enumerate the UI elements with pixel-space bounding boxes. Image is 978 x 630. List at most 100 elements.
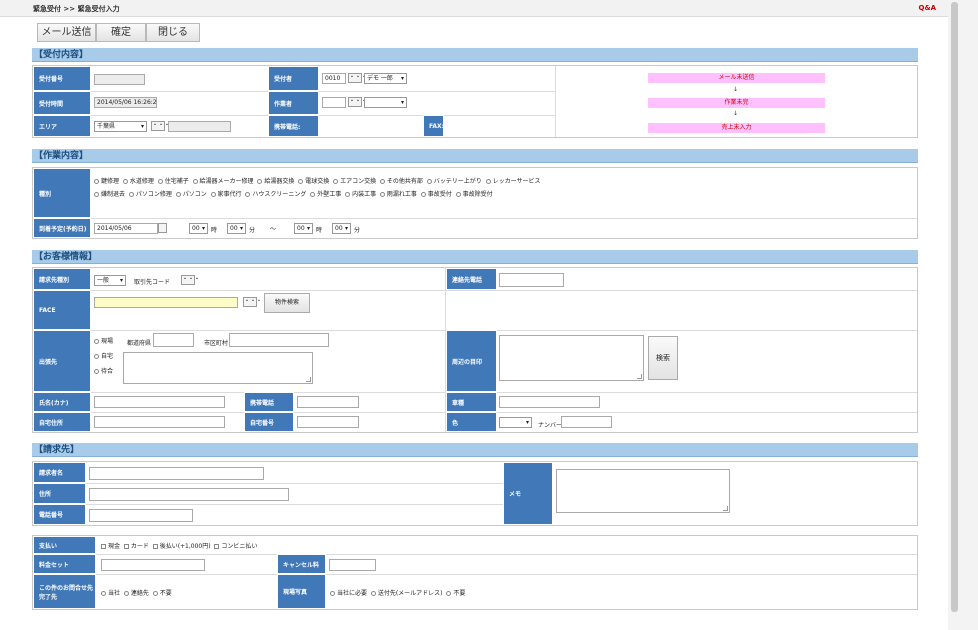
payment-cash-checkbox[interactable]: 現金: [101, 543, 120, 550]
label-billing-address: 住所: [33, 483, 86, 504]
inquiry-option[interactable]: 当社: [101, 590, 120, 597]
category-option[interactable]: 家事代行: [210, 191, 242, 198]
memo-textarea[interactable]: [556, 469, 730, 513]
category-option[interactable]: 住宅補子: [157, 178, 189, 185]
category-option[interactable]: 内装工事: [345, 191, 376, 198]
hour-unit-1: 時: [211, 227, 218, 234]
fee-set-field[interactable]: [101, 559, 205, 571]
number-plate-field[interactable]: [561, 416, 612, 428]
inquiry-options[interactable]: 当社 連絡先 不要: [101, 588, 172, 597]
category-option[interactable]: その他共有部: [379, 178, 423, 185]
category-option[interactable]: レッカーサービス: [485, 178, 540, 185]
label-receiver: 受付者: [268, 66, 319, 91]
client-code-lookup-button[interactable]: ・・・: [181, 275, 200, 285]
dispatch-option-home[interactable]: 自宅: [94, 351, 113, 360]
billing-address-field[interactable]: [89, 488, 289, 501]
label-cancel-fee: キャンセル料: [277, 554, 326, 574]
status-work: 作業未完: [648, 98, 825, 108]
work-category-row-1[interactable]: 鍵修理 水道修理 住宅補子 給湯器メーカー修理 給湯器交換 電球交換 エアコン交…: [94, 176, 540, 185]
close-button[interactable]: 閉じる: [146, 23, 200, 42]
range-tilde: 〜: [270, 226, 277, 233]
category-option[interactable]: 給湯器メーカー修理: [192, 178, 254, 185]
dispatch-option-waiting[interactable]: 待合: [94, 366, 113, 375]
category-option[interactable]: 事故受付: [420, 191, 452, 198]
name-kana-field[interactable]: [94, 396, 225, 408]
property-search-button[interactable]: 物件検索: [264, 293, 310, 313]
label-face: FACE: [33, 290, 91, 330]
billing-type-select[interactable]: 一般: [94, 275, 126, 286]
contact-phone-field[interactable]: [499, 273, 564, 287]
area-lookup-button[interactable]: ・・・: [151, 121, 170, 131]
photo-options[interactable]: 当社に必要 送付先(メールアドレス) 不要: [330, 588, 465, 597]
label-mobile: 携帯電話:: [268, 115, 319, 137]
category-option[interactable]: ハウスクリーニング: [245, 191, 306, 198]
qa-link[interactable]: Q&A: [919, 4, 936, 12]
category-option[interactable]: バッテリー上がり: [426, 178, 482, 185]
face-lookup-button[interactable]: ・・・: [243, 297, 262, 307]
receiver-select[interactable]: デモ 一郎: [364, 73, 407, 84]
car-type-field[interactable]: [499, 396, 600, 408]
payment-methods[interactable]: 現金 カード 後払い(+1,000円) コンビニ払い: [101, 541, 257, 550]
receiver-code-field[interactable]: 0010: [322, 73, 346, 84]
client-code-label: 取引先コード: [134, 279, 171, 286]
minute-select-1[interactable]: 00: [227, 223, 246, 234]
breadcrumb: 緊急受付 >> 緊急受付入力: [33, 5, 120, 13]
category-option[interactable]: 雨漏れ工事: [379, 191, 417, 198]
receiver-lookup-button[interactable]: ・・・: [348, 73, 367, 83]
minute-unit-1: 分: [249, 227, 256, 234]
minute-select-2[interactable]: 00: [332, 223, 351, 234]
confirm-button[interactable]: 確定: [96, 23, 146, 42]
cancel-fee-field[interactable]: [329, 559, 376, 571]
worker-code-field[interactable]: [322, 97, 346, 108]
label-billing-type: 請求先種別: [33, 268, 91, 290]
prefecture-field[interactable]: [153, 333, 194, 347]
category-option[interactable]: パソコン修理: [128, 191, 172, 198]
landmark-textarea[interactable]: [499, 335, 644, 381]
category-option[interactable]: 鍵修理: [94, 178, 119, 185]
category-option[interactable]: パソコン: [175, 191, 207, 198]
calendar-button[interactable]: [158, 223, 167, 233]
color-select[interactable]: [499, 417, 532, 428]
landmark-search-button[interactable]: 検索: [648, 336, 678, 380]
label-payment: 支払い: [33, 536, 96, 554]
billing-phone-field[interactable]: [89, 509, 193, 522]
send-mail-button[interactable]: メール送信: [37, 23, 96, 42]
minute-unit-2: 分: [354, 227, 361, 234]
category-option[interactable]: 給湯器交換: [257, 178, 294, 185]
category-option[interactable]: エアコン交換: [333, 178, 376, 185]
category-option[interactable]: 事故除受付: [455, 191, 493, 198]
payment-card-checkbox[interactable]: カード: [123, 543, 149, 550]
worker-select[interactable]: [364, 97, 407, 108]
customer-mobile-field[interactable]: [297, 396, 359, 408]
worker-lookup-button[interactable]: ・・・: [348, 97, 367, 107]
label-contact-phone: 連絡先電話: [446, 268, 497, 290]
work-category-row-2[interactable]: 嫌制退去 パソコン修理 パソコン 家事代行 ハウスクリーニング 外壁工事 内装工…: [94, 189, 493, 198]
status-arrow-1: ↓: [733, 86, 739, 93]
label-home-number: 自宅番号: [244, 412, 294, 432]
city-field[interactable]: [229, 333, 329, 347]
scrollbar-thumb[interactable]: [951, 2, 958, 612]
area-select[interactable]: 千葉県: [94, 121, 147, 132]
photo-option[interactable]: 当社に必要: [330, 590, 367, 597]
category-option[interactable]: 電球交換: [298, 178, 329, 185]
label-landmark: 周辺の目印: [446, 330, 497, 392]
payment-deferred-checkbox[interactable]: 後払い(+1,000円): [152, 543, 211, 550]
hour-select-2[interactable]: 00: [294, 223, 313, 234]
inquiry-option[interactable]: 連絡先: [123, 590, 149, 597]
payment-convenience-checkbox[interactable]: コンビニ払い: [214, 543, 257, 550]
photo-option[interactable]: 不要: [446, 590, 465, 597]
billing-name-field[interactable]: [89, 467, 264, 480]
hour-select-1[interactable]: 00: [189, 223, 208, 234]
photo-option[interactable]: 送付先(メールアドレス): [370, 590, 443, 597]
schedule-date-field[interactable]: 2014/05/06: [94, 223, 158, 234]
dispatch-option-site[interactable]: 現場: [94, 336, 113, 345]
dispatch-address-textarea[interactable]: [123, 352, 313, 384]
category-option[interactable]: 外壁工事: [310, 191, 341, 198]
face-field[interactable]: [94, 297, 238, 308]
inquiry-option[interactable]: 不要: [152, 590, 172, 597]
home-number-field[interactable]: [297, 416, 359, 428]
category-option[interactable]: 水道修理: [122, 178, 154, 185]
reception-section-header: 【受付内容】: [32, 48, 918, 62]
category-option[interactable]: 嫌制退去: [94, 191, 125, 198]
home-address-field[interactable]: [94, 416, 225, 428]
